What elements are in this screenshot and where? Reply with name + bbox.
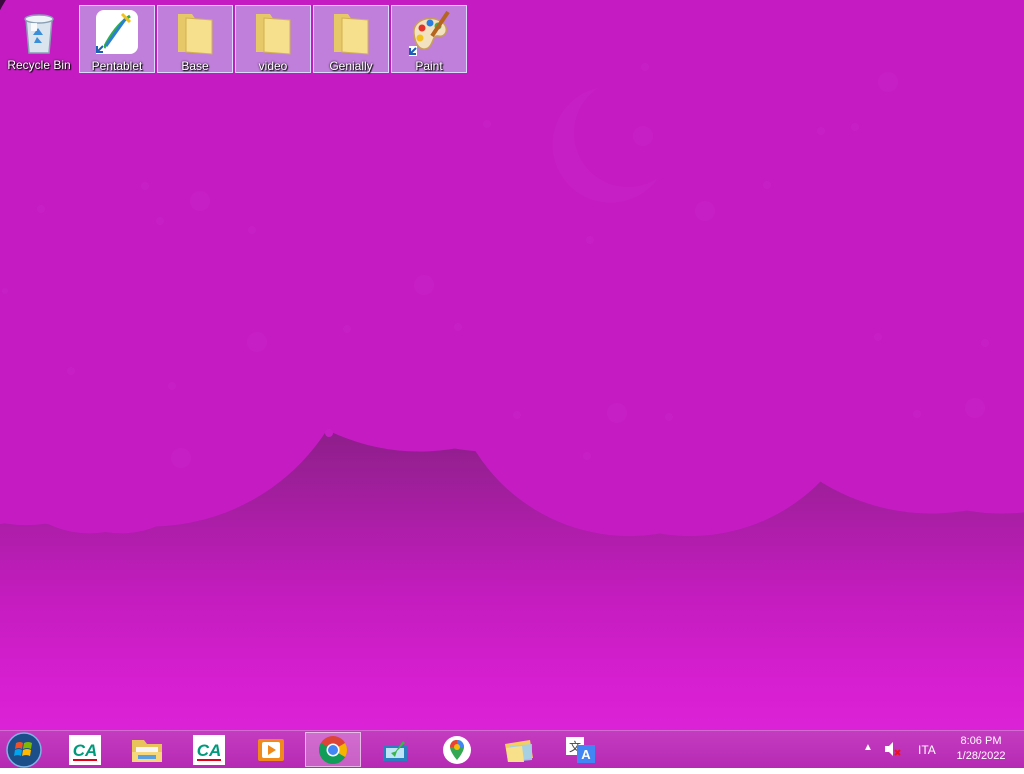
folder-icon	[256, 14, 291, 55]
taskbar-video-player[interactable]	[243, 732, 299, 767]
clock[interactable]: 8:06 PM 1/28/2022	[948, 734, 1014, 764]
desktop-icon-base[interactable]: Base	[157, 5, 233, 73]
desktop-icon-recycle-bin[interactable]: Recycle Bin	[1, 5, 77, 73]
taskbar-folders[interactable]	[491, 732, 547, 767]
file-explorer-icon	[132, 739, 162, 762]
folder-icon	[334, 14, 369, 55]
chrome-icon	[319, 735, 347, 764]
desktop-icon-label: Base	[181, 59, 209, 73]
desktop-icon-genially[interactable]: Genially	[313, 5, 389, 73]
taskbar-screen-capture[interactable]	[367, 732, 423, 767]
taskbar-chrome[interactable]	[305, 732, 361, 767]
desktop[interactable]: Recycle Bin Pentablet Base video Geniall…	[0, 0, 1024, 730]
credit-agricole-icon: CA	[69, 734, 101, 765]
desktop-icon-video[interactable]: video	[235, 5, 311, 73]
desktop-icon-label: Paint	[415, 59, 443, 73]
desktop-icon-label: Recycle Bin	[7, 58, 71, 72]
video-player-icon	[258, 738, 284, 761]
folder-icon	[178, 14, 213, 55]
svg-text:A: A	[581, 747, 591, 762]
translate-icon: 文 A	[566, 736, 595, 763]
svg-text:CA: CA	[197, 741, 222, 760]
pentablet-icon	[96, 10, 138, 54]
desktop-icon-label: Pentablet	[91, 59, 143, 73]
maps-pin-icon	[443, 735, 471, 764]
show-hidden-icons-button[interactable]: ▲	[863, 742, 873, 753]
credit-agricole-icon: CA	[193, 734, 225, 765]
folders-icon	[505, 739, 533, 762]
input-language-indicator[interactable]: ITA	[918, 743, 936, 757]
clock-time: 8:06 PM	[960, 735, 1002, 747]
screen-capture-icon	[383, 740, 407, 761]
paint-icon	[409, 10, 450, 56]
recycle-bin-icon	[24, 14, 54, 54]
desktop-icon-label: Genially	[329, 59, 373, 73]
taskbar-file-explorer[interactable]	[119, 732, 175, 767]
svg-text:CA: CA	[73, 741, 98, 760]
clock-date: 1/28/2022	[956, 750, 1006, 762]
taskbar: CA CA 文 A ▲ ITA 8:06 PM 1/28/2022	[0, 730, 1024, 768]
taskbar-maps[interactable]	[429, 732, 485, 767]
desktop-icon-paint[interactable]: Paint	[391, 5, 467, 73]
wallpaper	[0, 0, 1024, 730]
taskbar-credit-agricole-app-2[interactable]: CA	[181, 732, 237, 767]
start-button[interactable]	[4, 731, 48, 769]
taskbar-credit-agricole-app[interactable]: CA	[57, 732, 113, 767]
windows-logo-icon	[6, 732, 42, 768]
taskbar-translator[interactable]: 文 A	[553, 732, 609, 767]
volume-muted-icon[interactable]	[884, 741, 902, 757]
desktop-icon-label: video	[258, 59, 288, 73]
desktop-icon-pentablet[interactable]: Pentablet	[79, 5, 155, 73]
